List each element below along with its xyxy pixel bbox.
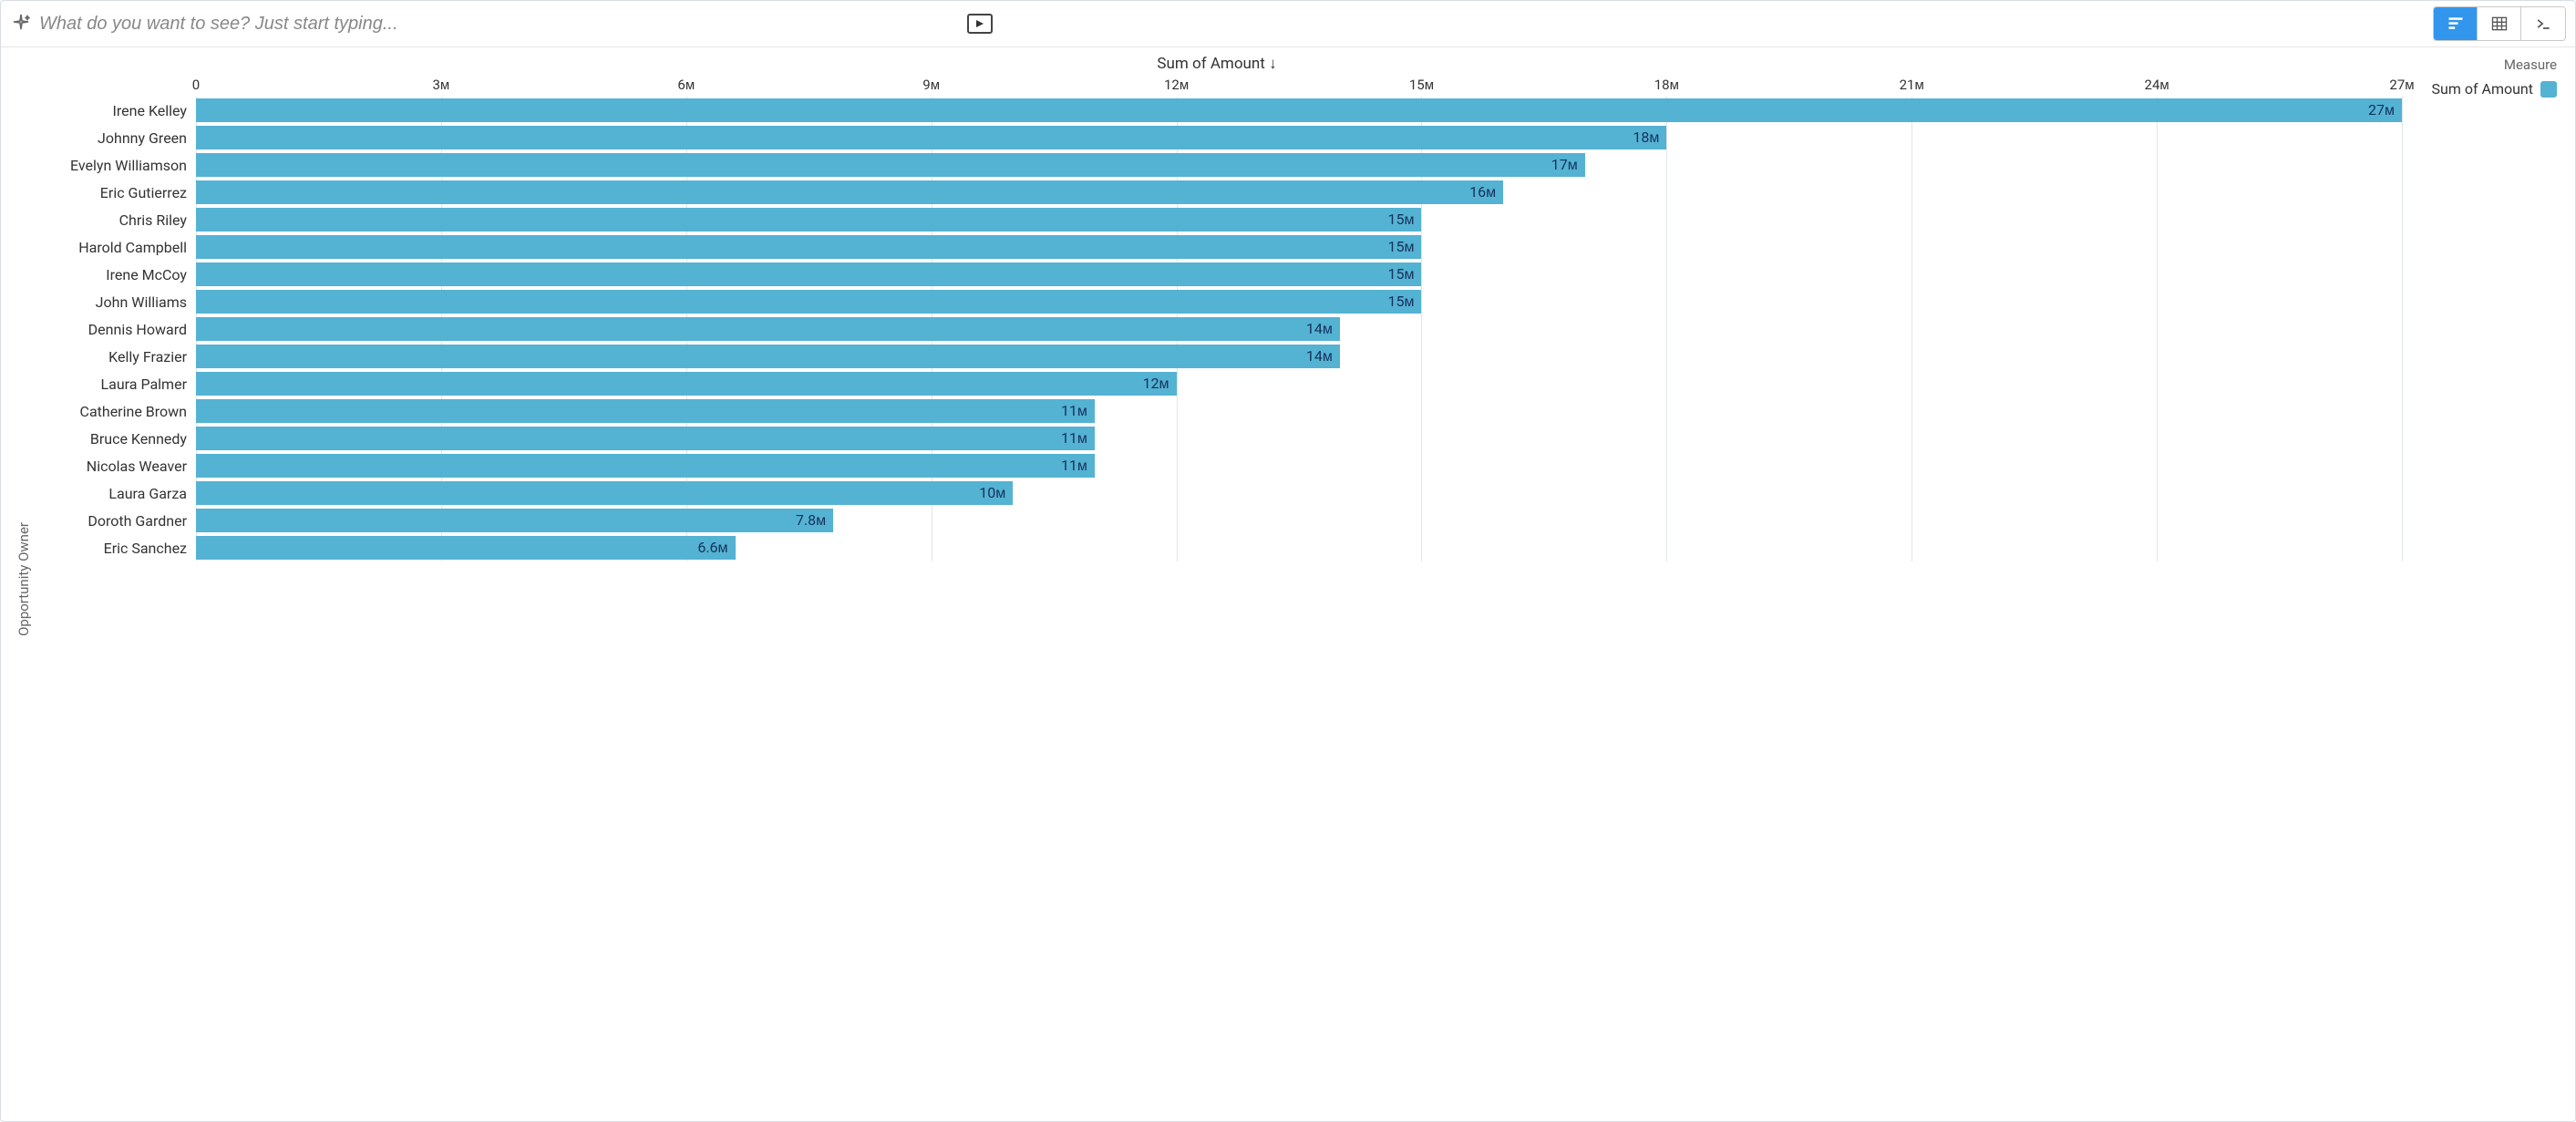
bar-track: 6.6ᴍ: [196, 536, 2402, 560]
x-tick: 27ᴍ: [2389, 77, 2414, 93]
bar-row: Catherine Brown11ᴍ: [32, 397, 2402, 425]
bar-row: Eric Gutierrez16ᴍ: [32, 179, 2402, 206]
bar-track: 14ᴍ: [196, 345, 2402, 368]
app-frame: Opportunity Owner Sum of Amount ↓ 0 3ᴍ 6ᴍ 9…: [0, 0, 2576, 1122]
bar-track: 16ᴍ: [196, 180, 2402, 204]
bar-track: 17ᴍ: [196, 153, 2402, 177]
x-axis-ticks: 03ᴍ6ᴍ9ᴍ12ᴍ15ᴍ18ᴍ21ᴍ24ᴍ27ᴍ: [32, 77, 2402, 97]
bar-track: 15ᴍ: [196, 262, 2402, 286]
bar-track: 12ᴍ: [196, 372, 2402, 396]
bar-row: Johnny Green18ᴍ: [32, 124, 2402, 151]
x-tick: 24ᴍ: [2145, 77, 2169, 93]
x-tick: 12ᴍ: [1164, 77, 1189, 93]
table-mode-button[interactable]: [2478, 7, 2521, 40]
bar-row: Bruce Kennedy11ᴍ: [32, 425, 2402, 452]
x-tick: 6ᴍ: [677, 77, 695, 93]
chart-main: Sum of Amount ↓ 0 3ᴍ 6ᴍ 9ᴍ 12ᴍ 15ᴍ 18ᴍ 21ᴍ 24ᴍ 27…: [32, 55, 2402, 1103]
bar-category-label: Chris Riley: [32, 211, 196, 229]
bar-row: Chris Riley15ᴍ: [32, 206, 2402, 233]
x-tick: 0: [192, 77, 200, 93]
topbar: [1, 1, 2575, 47]
bar-row: Doroth Gardner7.8ᴍ: [32, 507, 2402, 534]
bar-category-label: Eric Sanchez: [32, 540, 196, 557]
legend-item[interactable]: Sum of Amount: [2415, 80, 2557, 98]
view-toggle: [2433, 6, 2566, 41]
bar-row: Evelyn Williamson17ᴍ: [32, 151, 2402, 179]
bar-category-label: Bruce Kennedy: [32, 430, 196, 448]
bar-track: 18ᴍ: [196, 126, 2402, 149]
bar[interactable]: 16ᴍ: [196, 180, 1503, 204]
legend-title: Measure: [2415, 57, 2557, 73]
bar[interactable]: 15ᴍ: [196, 208, 1421, 232]
chart-title: Sum of Amount ↓: [32, 55, 2402, 77]
bar-category-label: Nicolas Weaver: [32, 458, 196, 475]
bar-row: Harold Campbell15ᴍ: [32, 233, 2402, 261]
bar[interactable]: 18ᴍ: [196, 126, 1666, 149]
bar[interactable]: 11ᴍ: [196, 399, 1095, 423]
bar-category-label: Irene McCoy: [32, 266, 196, 283]
bar[interactable]: 11ᴍ: [196, 427, 1095, 450]
chart-area: Opportunity Owner Sum of Amount ↓ 0 3ᴍ 6ᴍ 9…: [1, 47, 2575, 1121]
x-tick: 15ᴍ: [1409, 77, 1434, 93]
bars-wrap: Irene Kelley27ᴍJohnny Green18ᴍEvelyn Wil…: [32, 97, 2402, 561]
bar[interactable]: 14ᴍ: [196, 345, 1340, 368]
legend: Measure Sum of Amount: [2402, 55, 2557, 1103]
query-wrap: [39, 10, 996, 38]
bar-row: Laura Garza10ᴍ: [32, 479, 2402, 507]
chart-mode-button[interactable]: [2434, 7, 2478, 40]
bar-row: Irene McCoy15ᴍ: [32, 261, 2402, 288]
bar-category-label: Laura Palmer: [32, 376, 196, 393]
legend-item-label: Sum of Amount: [2432, 80, 2533, 98]
bar-track: 27ᴍ: [196, 98, 2402, 122]
bar-track: 11ᴍ: [196, 427, 2402, 450]
saql-mode-button[interactable]: [2521, 7, 2565, 40]
bar[interactable]: 6.6ᴍ: [196, 536, 736, 560]
bar-category-label: Catherine Brown: [32, 403, 196, 420]
bar-category-label: John Williams: [32, 293, 196, 311]
bar-category-label: Eric Gutierrez: [32, 184, 196, 201]
query-input[interactable]: [39, 10, 996, 38]
bar-row: Irene Kelley27ᴍ: [32, 97, 2402, 124]
sparkle-icon: [10, 13, 32, 35]
bar-track: 15ᴍ: [196, 235, 2402, 259]
bar-row: Kelly Frazier14ᴍ: [32, 343, 2402, 370]
x-tick: 21ᴍ: [1900, 77, 1924, 93]
bar-row: John Williams15ᴍ: [32, 288, 2402, 315]
bar-row: Eric Sanchez6.6ᴍ: [32, 534, 2402, 561]
bar-row: Nicolas Weaver11ᴍ: [32, 452, 2402, 479]
legend-swatch: [2540, 81, 2557, 98]
bar[interactable]: 15ᴍ: [196, 262, 1421, 286]
bar[interactable]: 10ᴍ: [196, 481, 1013, 505]
bar[interactable]: 15ᴍ: [196, 235, 1421, 259]
bar[interactable]: 27ᴍ: [196, 98, 2402, 122]
run-query-button[interactable]: [967, 14, 993, 34]
bar-category-label: Kelly Frazier: [32, 348, 196, 365]
x-tick: 3ᴍ: [433, 77, 450, 93]
bar-track: 15ᴍ: [196, 208, 2402, 232]
bar-track: 7.8ᴍ: [196, 509, 2402, 532]
bar[interactable]: 15ᴍ: [196, 290, 1421, 314]
bar[interactable]: 11ᴍ: [196, 454, 1095, 478]
bar-track: 10ᴍ: [196, 481, 2402, 505]
bar-category-label: Irene Kelley: [32, 102, 196, 119]
x-tick: 9ᴍ: [922, 77, 940, 93]
bar-row: Dennis Howard14ᴍ: [32, 315, 2402, 343]
bar-track: 15ᴍ: [196, 290, 2402, 314]
bar-track: 11ᴍ: [196, 399, 2402, 423]
bar[interactable]: 12ᴍ: [196, 372, 1177, 396]
bar[interactable]: 7.8ᴍ: [196, 509, 833, 532]
bar[interactable]: 17ᴍ: [196, 153, 1585, 177]
bar-category-label: Laura Garza: [32, 485, 196, 502]
bar-row: Laura Palmer12ᴍ: [32, 370, 2402, 397]
bar-category-label: Dennis Howard: [32, 321, 196, 338]
bar-track: 14ᴍ: [196, 317, 2402, 341]
bar-category-label: Harold Campbell: [32, 239, 196, 256]
x-tick: 18ᴍ: [1654, 77, 1679, 93]
y-axis-label: Opportunity Owner: [12, 522, 32, 636]
bar-track: 11ᴍ: [196, 454, 2402, 478]
bar[interactable]: 14ᴍ: [196, 317, 1340, 341]
bar-category-label: Johnny Green: [32, 129, 196, 147]
bar-category-label: Evelyn Williamson: [32, 157, 196, 174]
bar-category-label: Doroth Gardner: [32, 512, 196, 530]
